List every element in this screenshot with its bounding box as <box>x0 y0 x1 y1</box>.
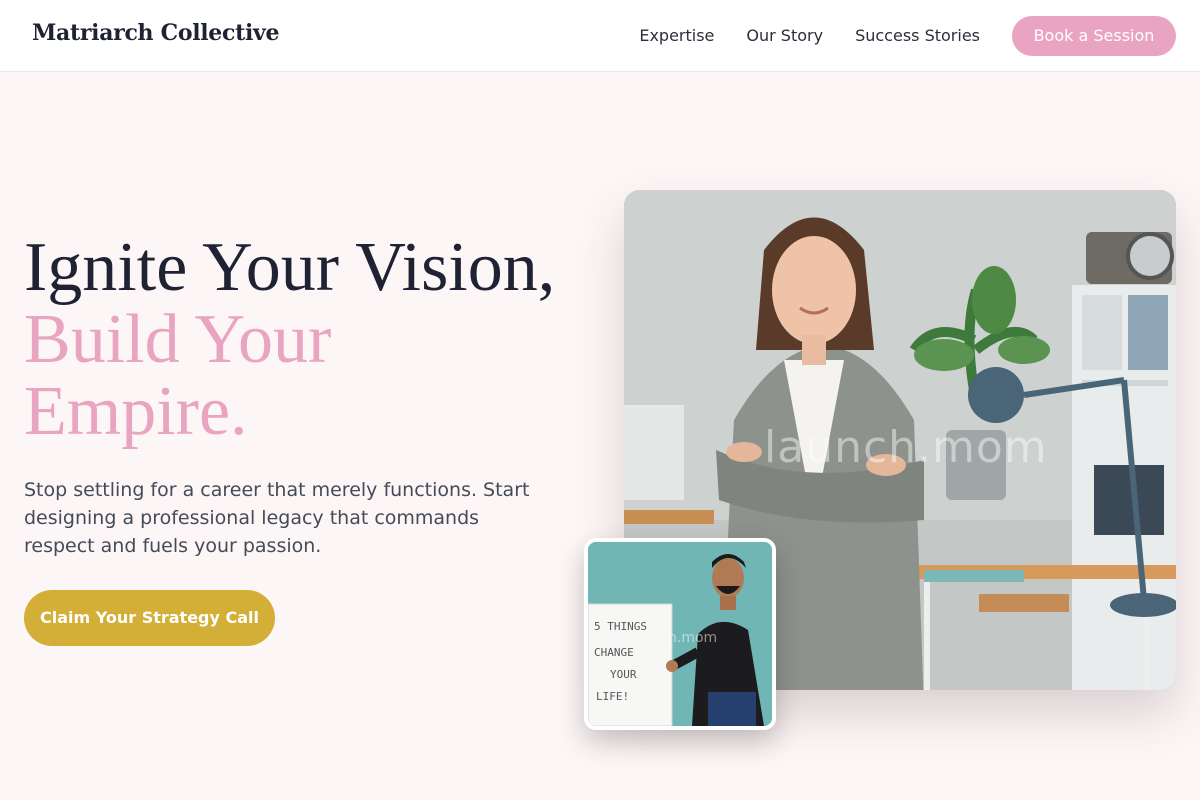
inset-photo-presenter: 5 THINGS CHANGE YOUR LIFE! h.mom <box>584 538 776 730</box>
whiteboard-line-1: 5 THINGS <box>594 620 647 633</box>
site-header: Matriarch Collective Expertise Our Story… <box>0 0 1200 72</box>
whiteboard-line-3: YOUR <box>610 668 637 681</box>
headline-line-1: Ignite Your Vision, <box>24 229 556 306</box>
whiteboard-line-2: CHANGE <box>594 646 634 659</box>
hero-headline: Ignite Your Vision, Build Your Empire. <box>24 232 555 448</box>
headline-line-2: Build Your <box>24 301 332 378</box>
whiteboard-line-4: LIFE! <box>596 690 630 703</box>
main-nav: Expertise Our Story Success Stories Book… <box>639 16 1176 56</box>
nav-link-success-stories[interactable]: Success Stories <box>855 16 980 56</box>
headline-line-3: Empire. <box>24 373 248 450</box>
inset-watermark: h.mom <box>668 630 718 646</box>
brand-logo[interactable]: Matriarch Collective <box>32 20 280 46</box>
nav-link-our-story[interactable]: Our Story <box>746 16 823 56</box>
image-watermark: launch.mom <box>764 422 1048 473</box>
book-session-button[interactable]: Book a Session <box>1012 16 1176 56</box>
hero-subtext: Stop settling for a career that merely f… <box>24 479 530 557</box>
strategy-call-button[interactable]: Claim Your Strategy Call <box>24 590 275 646</box>
nav-link-expertise[interactable]: Expertise <box>639 16 714 56</box>
